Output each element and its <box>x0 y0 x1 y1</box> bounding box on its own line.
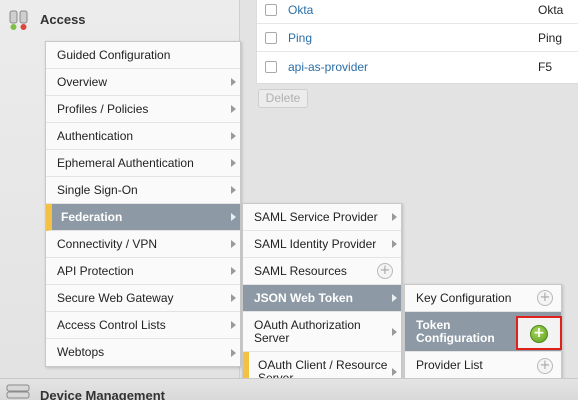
menu-item-label: Webtops <box>57 345 105 359</box>
table-row[interactable]: Okta Okta <box>257 0 578 24</box>
menu-item-single-sign-on[interactable]: Single Sign-On <box>46 177 240 204</box>
chevron-right-icon <box>231 321 236 329</box>
menu-item-label: JSON Web Token <box>254 290 353 305</box>
device-management-title: Device Management <box>40 388 165 400</box>
menu-item-guided-configuration[interactable]: Guided Configuration <box>46 42 240 69</box>
provider-name-link[interactable]: Ping <box>288 31 312 45</box>
menu-item-authentication[interactable]: Authentication <box>46 123 240 150</box>
token-configuration-add-button[interactable]: + <box>516 316 562 350</box>
menu-item-label: API Protection <box>57 263 134 278</box>
menu-item-label: Authentication <box>57 128 134 143</box>
menu-item-saml-identity-provider[interactable]: SAML Identity Provider <box>243 231 401 258</box>
menu-item-secure-web-gateway[interactable]: Secure Web Gateway <box>46 285 240 312</box>
menu-item-label: Profiles / Policies <box>57 101 149 116</box>
server-icon <box>6 384 30 399</box>
menu-item-label: OAuth Authorization Server <box>254 317 361 345</box>
access-icon <box>9 10 28 30</box>
access-section-header[interactable]: Access <box>0 0 240 40</box>
row-checkbox[interactable] <box>265 32 277 44</box>
device-management-section-header[interactable]: Device Management <box>0 378 578 400</box>
chevron-right-icon <box>231 105 236 113</box>
provider-type: F5 <box>538 60 553 74</box>
chevron-right-icon <box>231 267 236 275</box>
access-section-title: Access <box>40 12 86 27</box>
menu-item-json-web-token[interactable]: JSON Web Token <box>243 285 401 312</box>
provider-table: Okta Okta Ping Ping api-as-provider F5 <box>256 0 578 84</box>
menu-item-profiles-policies[interactable]: Profiles / Policies <box>46 96 240 123</box>
menu-item-key-configuration[interactable]: Key Configuration + <box>405 285 561 312</box>
delete-button[interactable]: Delete <box>258 89 308 108</box>
menu-item-federation[interactable]: Federation <box>46 204 240 231</box>
menu-item-label: Access Control Lists <box>57 317 166 332</box>
row-checkbox[interactable] <box>265 4 277 16</box>
menu-item-oauth-authorization-server[interactable]: OAuth Authorization Server <box>243 312 401 352</box>
chevron-right-icon <box>392 368 397 376</box>
federation-submenu: SAML Service Provider SAML Identity Prov… <box>242 203 402 393</box>
menu-item-label: Connectivity / VPN <box>57 236 158 251</box>
menu-item-ephemeral-authentication[interactable]: Ephemeral Authentication <box>46 150 240 177</box>
menu-item-access-control-lists[interactable]: Access Control Lists <box>46 312 240 339</box>
chevron-right-icon <box>392 240 397 248</box>
add-circle-icon: + <box>530 325 548 343</box>
menu-item-label: SAML Service Provider <box>254 209 378 224</box>
row-checkbox[interactable] <box>265 61 277 73</box>
chevron-right-icon <box>392 213 397 221</box>
provider-type: Ping <box>538 31 563 45</box>
chevron-right-icon <box>231 348 236 357</box>
access-menu: Guided Configuration Overview Profiles /… <box>45 41 241 367</box>
menu-item-label: Secure Web Gateway <box>57 290 174 305</box>
table-row[interactable]: api-as-provider F5 <box>257 53 578 81</box>
chevron-right-icon <box>392 327 397 336</box>
add-icon[interactable]: + <box>537 357 553 374</box>
chevron-right-icon <box>231 213 236 221</box>
menu-item-provider-list[interactable]: Provider List + <box>405 352 561 379</box>
menu-item-webtops[interactable]: Webtops <box>46 339 240 366</box>
provider-name-link[interactable]: api-as-provider <box>288 60 368 74</box>
menu-item-saml-resources[interactable]: SAML Resources + <box>243 258 401 285</box>
menu-item-label: Token Configuration <box>416 317 495 345</box>
menu-item-overview[interactable]: Overview <box>46 69 240 96</box>
menu-item-connectivity-vpn[interactable]: Connectivity / VPN <box>46 231 240 258</box>
provider-type: Okta <box>538 3 564 17</box>
menu-item-saml-service-provider[interactable]: SAML Service Provider <box>243 204 401 231</box>
chevron-right-icon <box>392 294 397 302</box>
chevron-right-icon <box>231 132 236 140</box>
menu-item-label: SAML Resources <box>254 263 347 278</box>
menu-item-api-protection[interactable]: API Protection <box>46 258 240 285</box>
menu-item-label: Key Configuration <box>416 290 512 305</box>
chevron-right-icon <box>231 159 236 167</box>
add-icon[interactable]: + <box>377 263 393 279</box>
provider-name-link[interactable]: Okta <box>288 3 313 17</box>
menu-item-label: SAML Identity Provider <box>254 236 377 251</box>
chevron-right-icon <box>231 240 236 248</box>
menu-item-label: Guided Configuration <box>57 47 171 62</box>
table-row[interactable]: Ping Ping <box>257 24 578 52</box>
menu-item-label: Overview <box>57 74 108 89</box>
menu-item-label: Ephemeral Authentication <box>57 155 194 170</box>
menu-item-label: Provider List <box>416 358 483 372</box>
add-icon[interactable]: + <box>537 290 553 306</box>
chevron-right-icon <box>231 78 236 86</box>
chevron-right-icon <box>231 294 236 302</box>
menu-item-label: Single Sign-On <box>57 182 138 197</box>
chevron-right-icon <box>231 186 236 194</box>
menu-item-label: Federation <box>61 209 123 224</box>
